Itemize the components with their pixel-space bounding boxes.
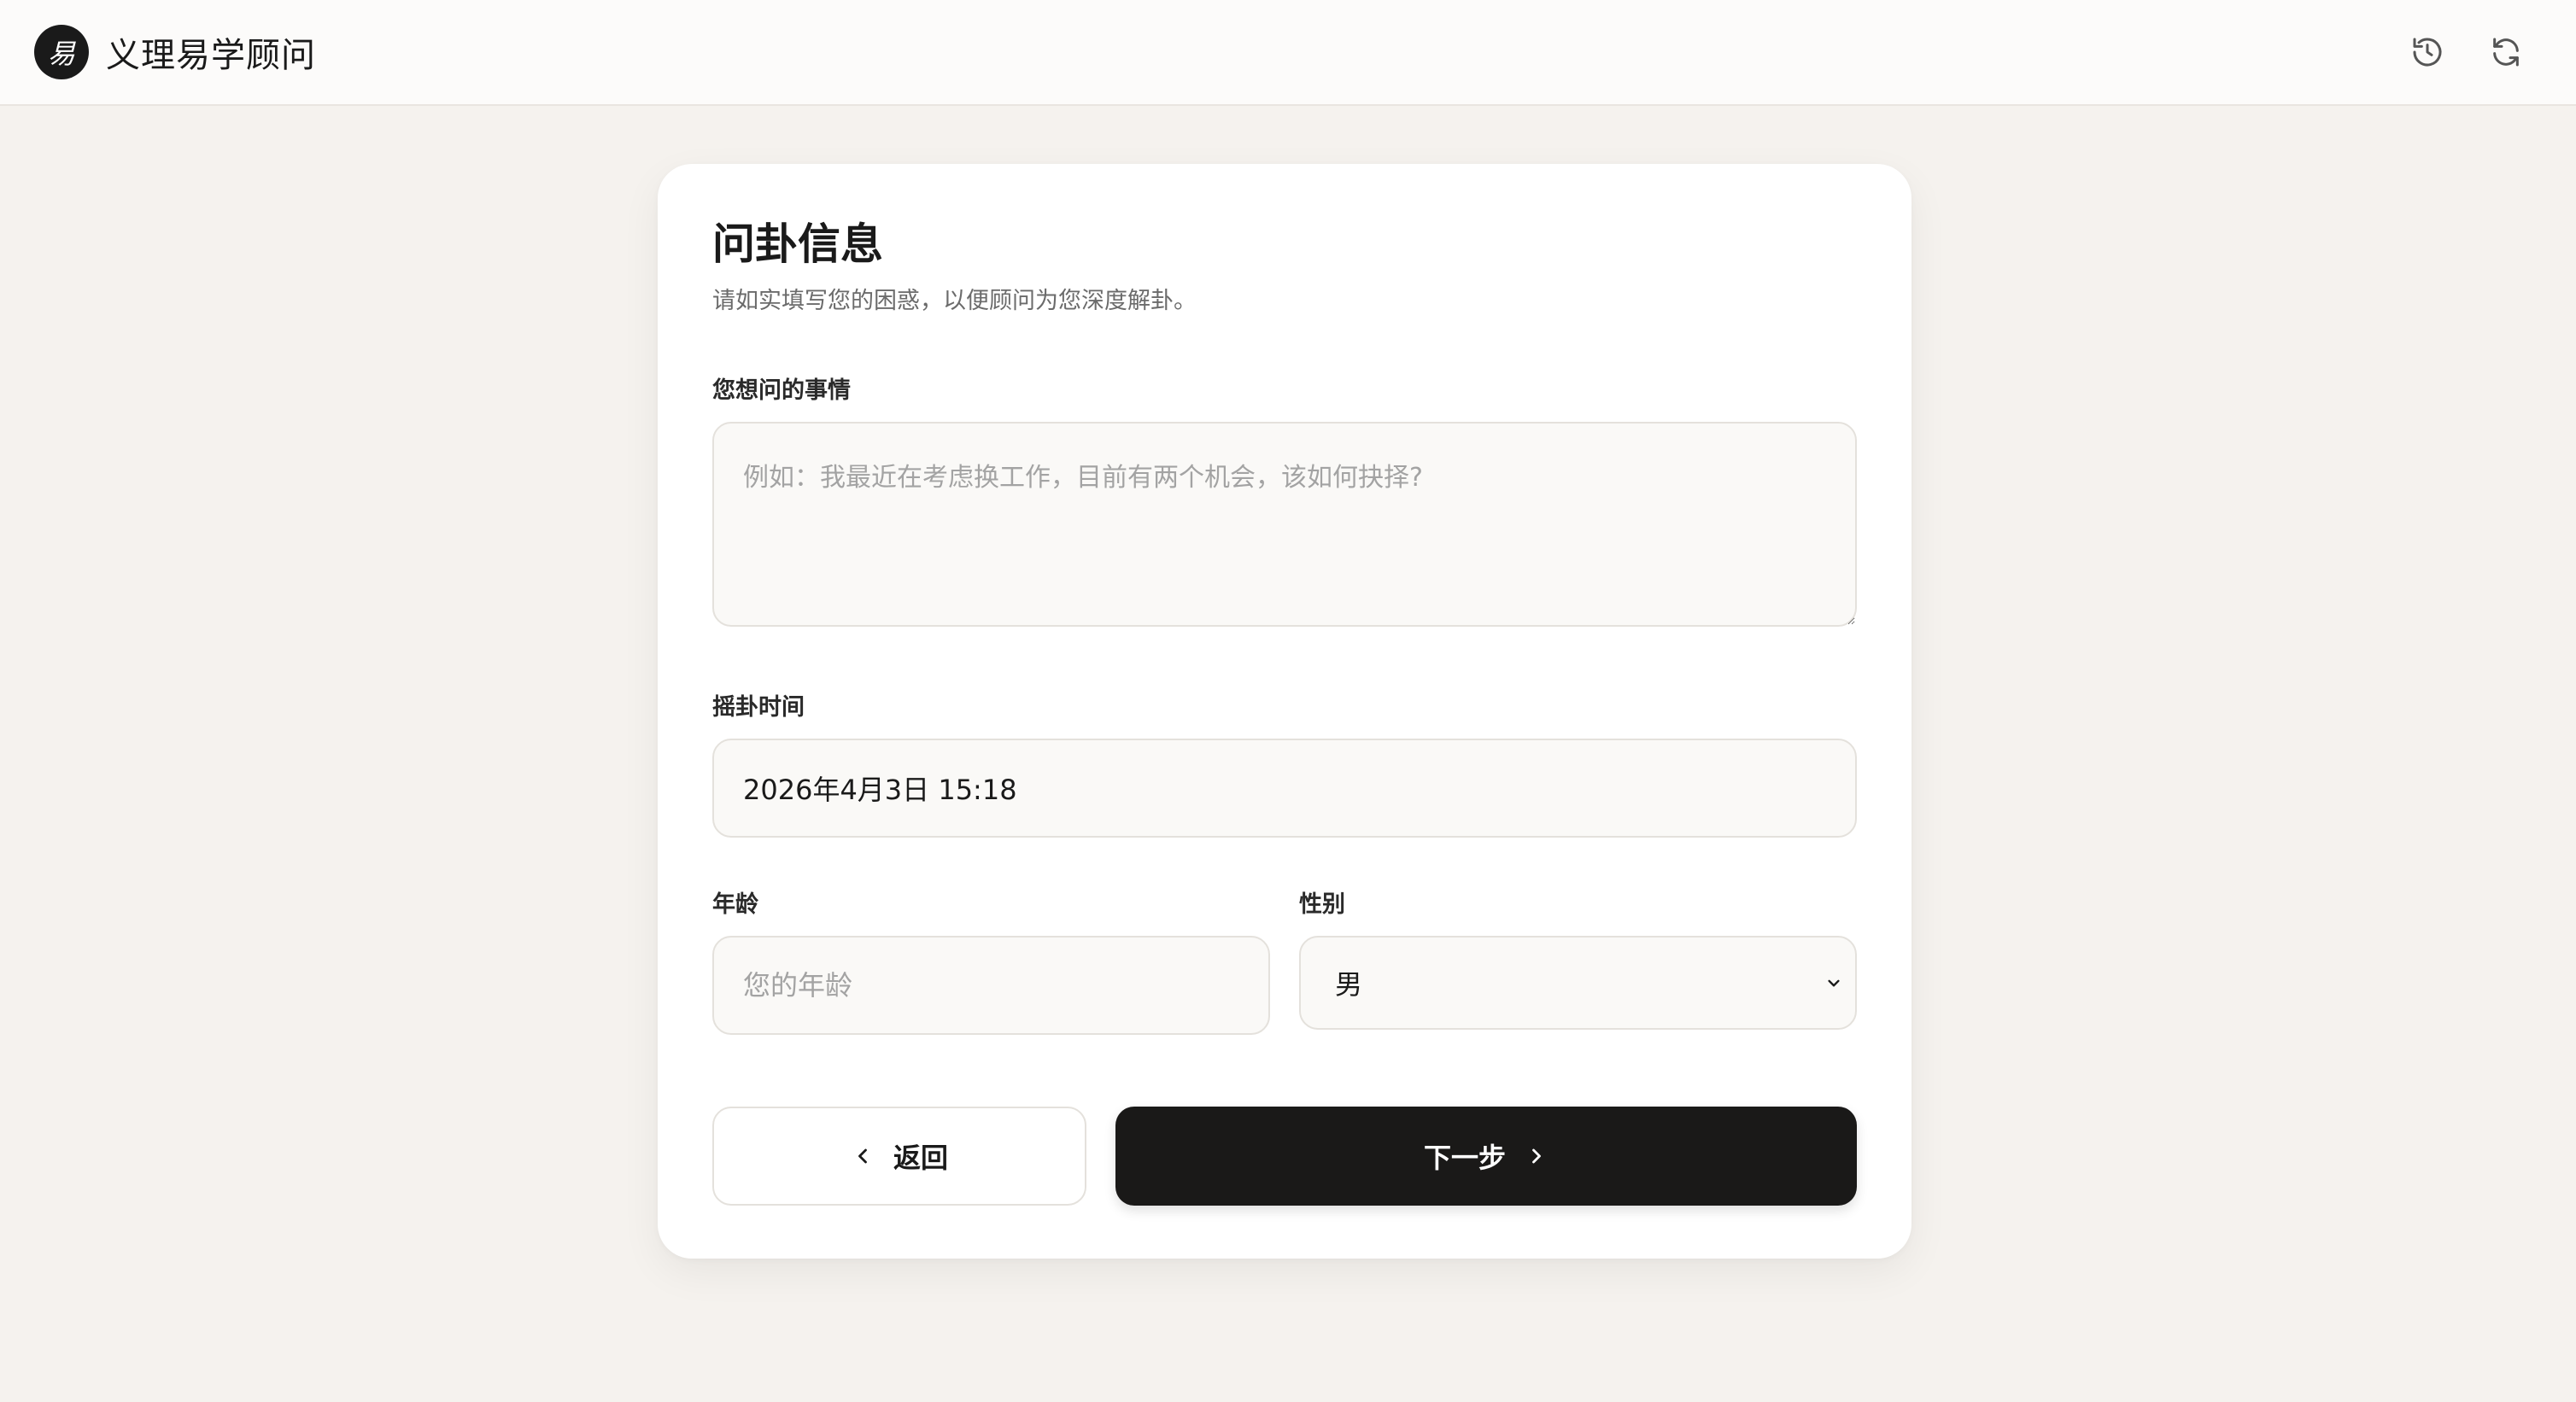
brand: 易 义理易学顾问 [34,25,316,79]
time-input[interactable] [712,739,1857,838]
gender-field: 性别 男 [1299,885,1857,1035]
form-subtitle: 请如实填写您的困惑，以便顾问为您深度解卦。 [712,288,1197,314]
chevron-left-icon [858,1148,867,1164]
age-field: 年龄 [712,885,1270,1035]
gender-select[interactable]: 男 [1299,936,1857,1030]
top-bar: 易 义理易学顾问 [0,0,2576,106]
history-button[interactable] [2409,33,2446,71]
next-button[interactable]: 下一步 [1115,1107,1857,1206]
gender-label: 性别 [1299,891,1345,918]
inquiry-form-card: 问卦信息 请如实填写您的困惑，以便顾问为您深度解卦。 您想问的事情 摇卦时间 年… [658,164,1912,1259]
form-buttons: 返回 下一步 [712,1107,1857,1206]
history-icon [2413,38,2442,67]
app-title: 义理易学顾问 [106,36,316,75]
age-gender-row: 年龄 性别 男 [712,885,1857,1035]
chevron-right-icon [1532,1148,1541,1164]
time-label: 摇卦时间 [712,694,805,721]
chevron-down-icon [1828,979,1840,987]
next-button-label: 下一步 [1423,1142,1506,1174]
gender-value: 男 [1335,968,1363,1001]
question-label: 您想问的事情 [712,377,851,404]
back-button-label: 返回 [893,1142,948,1174]
refresh-button[interactable] [2487,33,2525,71]
refresh-icon [2493,38,2519,67]
age-label: 年龄 [712,891,758,918]
back-button[interactable]: 返回 [712,1107,1086,1206]
logo: 易 [34,25,89,79]
age-input[interactable] [712,936,1270,1035]
top-actions [2409,33,2542,71]
question-textarea[interactable] [712,422,1857,627]
form-title: 问卦信息 [712,219,883,269]
